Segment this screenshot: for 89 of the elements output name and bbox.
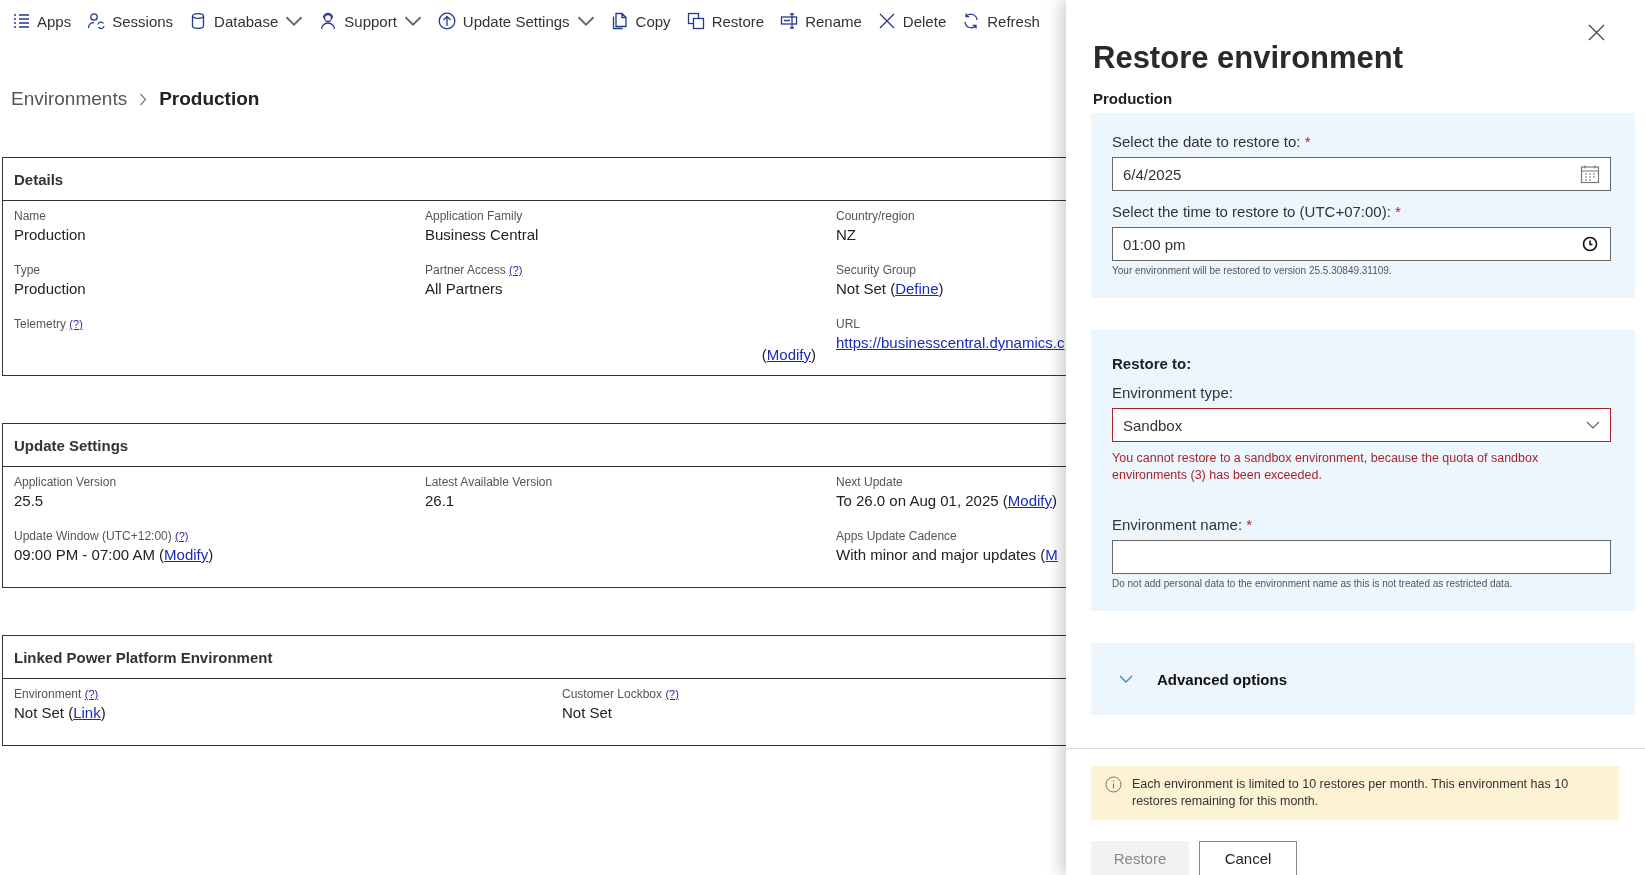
field-label: Environment (?) <box>14 687 100 701</box>
cross-icon <box>877 12 896 30</box>
field-label: Security Group <box>836 263 918 277</box>
headset-icon <box>319 12 338 30</box>
user-sync-icon <box>87 12 106 30</box>
field-label: Partner Access (?) <box>425 263 524 277</box>
chevron-down-icon <box>1586 420 1600 430</box>
breadcrumb-current: Production <box>159 88 260 110</box>
field-label: URL <box>836 317 861 331</box>
link[interactable]: https://businesscentral.dynamics.c <box>836 334 1065 351</box>
panel-title: Restore environment <box>1093 40 1405 76</box>
link[interactable]: Link <box>73 704 101 721</box>
field-value: With minor and major updates (M <box>836 546 1059 563</box>
section-title: Details <box>14 170 64 188</box>
field-label: Customer Lockbox (?) <box>562 687 680 701</box>
info-icon <box>1105 776 1122 793</box>
field-value: 09:00 PM - 07:00 AM (Modify) <box>14 546 215 563</box>
help-link[interactable]: (?) <box>665 688 679 700</box>
info-text: Each environment is limited to 10 restores per month. This environment has 10 restores remaining for this month. <box>1132 776 1570 810</box>
field-value: 25.5 <box>14 492 45 509</box>
field-label: Apps Update Cadence <box>836 529 958 543</box>
hint-text: Do not add personal data to the environment name as this is not treated as restricted data. <box>1112 578 1514 589</box>
help-link[interactable]: (?) <box>509 264 523 276</box>
field-value: Production <box>14 280 87 297</box>
toolbar-button[interactable]: Update Settings <box>437 12 595 30</box>
field-value: (Modify) <box>761 346 816 363</box>
toolbar-button[interactable]: Copy <box>610 12 671 30</box>
toolbar-button[interactable]: Sessions <box>87 12 174 30</box>
refresh-icon <box>962 12 981 30</box>
field-label: Update Window (UTC+12:00) (?) <box>14 529 190 543</box>
group-heading: Restore to: <box>1112 355 1193 372</box>
help-link[interactable]: (?) <box>175 530 189 542</box>
field-label: Next Update <box>836 475 904 489</box>
toolbar-button[interactable]: Apps <box>12 12 72 30</box>
field-value: NZ <box>836 226 857 243</box>
panel-subtitle: Production <box>1093 90 1174 107</box>
section-title: Update Settings <box>14 436 129 454</box>
time-field[interactable]: 01:00 pm <box>1112 227 1611 261</box>
field-value: 26.1 <box>425 492 456 509</box>
error-message: You cannot restore to a sandbox environment, because the quota of sandbox environments (3) has been exceeded. <box>1112 450 1540 484</box>
field-label: Select the time to restore to (UTC+07:00): * <box>1112 203 1402 220</box>
chevron-icon <box>1119 674 1133 684</box>
toolbar-button[interactable]: Database <box>189 12 304 30</box>
link[interactable]: M <box>1045 546 1058 563</box>
toolbar-button[interactable]: Delete <box>877 12 947 30</box>
link[interactable]: Modify <box>164 546 209 563</box>
up-arrow-circle-icon <box>437 12 456 30</box>
link[interactable]: Modify <box>766 346 811 363</box>
copy-icon <box>610 12 629 30</box>
input-field[interactable] <box>1112 540 1611 574</box>
hint-text: Your environment will be restored to version 25.5.30849.31109. <box>1112 265 1393 276</box>
list-icon <box>12 12 30 30</box>
help-link[interactable]: (?) <box>69 318 83 330</box>
toolbar-button[interactable]: Rename <box>780 12 862 30</box>
field-value: To 26.0 on Aug 01, 2025 (Modify) <box>836 492 1058 509</box>
secondary-button[interactable]: Cancel <box>1199 841 1297 875</box>
restore-icon <box>686 12 705 30</box>
link[interactable]: Modify <box>1007 492 1052 509</box>
date-field[interactable]: 6/4/2025 <box>1112 157 1611 191</box>
field-value: All Partners <box>425 280 504 297</box>
clock-icon <box>1580 234 1600 254</box>
field-value: Not Set (Link) <box>14 704 107 721</box>
rename-icon <box>780 12 799 30</box>
field-value: Business Central <box>425 226 540 243</box>
chevron-icon <box>139 92 148 106</box>
toolbar-button[interactable]: Restore <box>686 12 765 30</box>
section-title: Linked Power Platform Environment <box>14 648 273 666</box>
field-value: Production <box>14 226 87 243</box>
field-value: Not Set <box>562 704 614 721</box>
field-label: Name <box>14 209 47 223</box>
close-icon[interactable] <box>1588 24 1605 41</box>
field-label: Select the date to restore to: * <box>1112 133 1312 150</box>
field-label: Application Family <box>425 209 524 223</box>
expander[interactable]: Advanced options <box>1091 643 1635 715</box>
breadcrumb-link[interactable]: Environments <box>11 88 128 110</box>
field-value: Not Set (Define) <box>836 280 945 297</box>
field-label: Type <box>14 263 41 277</box>
field-label: Environment type: <box>1112 384 1234 401</box>
toolbar-button[interactable]: Support <box>319 12 422 30</box>
field-label: Latest Available Version <box>425 475 554 489</box>
field-label: Country/region <box>836 209 916 223</box>
field-label: Telemetry (?) <box>14 317 84 331</box>
calendar-icon <box>1580 164 1600 184</box>
toolbar-button[interactable]: Refresh <box>962 12 1040 30</box>
dropdown[interactable]: Sandbox <box>1112 408 1611 442</box>
link[interactable]: Define <box>895 280 939 297</box>
help-link[interactable]: (?) <box>84 688 99 700</box>
field-label: Environment name: * <box>1112 516 1254 533</box>
field-label: Application Version <box>14 475 118 489</box>
